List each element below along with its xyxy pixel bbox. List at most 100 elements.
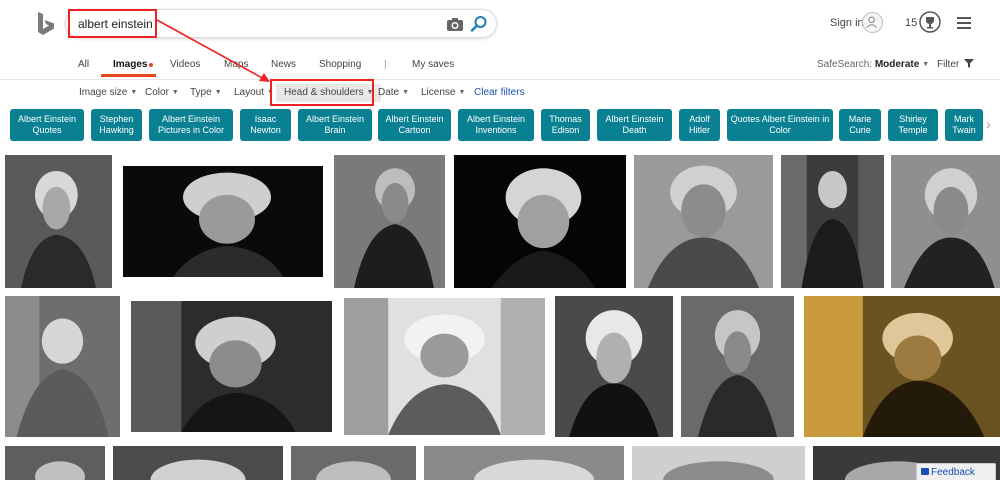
image-result[interactable] xyxy=(634,155,773,288)
tab-shopping[interactable]: Shopping xyxy=(319,59,361,70)
rewards-trophy-icon[interactable] xyxy=(919,11,941,33)
filter-button[interactable]: Filter xyxy=(937,59,975,70)
image-result[interactable] xyxy=(424,446,624,480)
filter-bar: Image size ▼ Color ▼ Type ▼ Layout ▼ Head & … xyxy=(0,83,1000,105)
rewards-count[interactable]: 15 xyxy=(905,17,917,29)
portrait-thumbnail xyxy=(634,155,773,288)
chevron-down-icon: ▼ xyxy=(214,89,222,96)
active-dot-icon xyxy=(149,63,153,67)
portrait-thumbnail xyxy=(781,155,884,288)
filter-label: License xyxy=(421,87,456,98)
chevron-down-icon: ▼ xyxy=(267,89,274,96)
related-chip[interactable]: Albert Einstein Pictures in Color xyxy=(149,109,233,141)
portrait-thumbnail xyxy=(334,155,445,288)
filter-people[interactable]: Head & shoulders ▼ xyxy=(276,84,382,102)
chevron-down-icon: ▼ xyxy=(171,89,179,96)
portrait-thumbnail xyxy=(681,296,794,437)
chevron-down-icon: ▼ xyxy=(922,61,930,68)
search-input[interactable]: albert einstein xyxy=(78,17,153,31)
image-result[interactable] xyxy=(555,296,673,437)
filter-label: Filter xyxy=(937,59,960,70)
signin-link[interactable]: Sign in xyxy=(830,17,864,29)
search-icon[interactable] xyxy=(469,14,489,34)
portrait-thumbnail xyxy=(804,296,1000,437)
portrait-thumbnail xyxy=(5,155,112,288)
image-result[interactable] xyxy=(113,446,283,480)
chevron-down-icon: ▼ xyxy=(130,89,138,96)
portrait-thumbnail xyxy=(131,301,332,432)
filter-type[interactable]: Type ▼ xyxy=(190,87,222,98)
portrait-thumbnail xyxy=(113,446,283,480)
tab-all[interactable]: All xyxy=(78,59,89,70)
portrait-thumbnail xyxy=(424,446,624,480)
related-chip[interactable]: Quotes Albert Einstein in Color xyxy=(727,109,833,141)
tab-separator: | xyxy=(384,59,387,70)
safesearch-dropdown[interactable]: SafeSearch: Moderate ▼ xyxy=(817,59,929,70)
image-result[interactable] xyxy=(681,296,794,437)
safesearch-value: Moderate xyxy=(874,59,920,70)
image-result[interactable] xyxy=(131,301,332,432)
tab-videos[interactable]: Videos xyxy=(170,59,200,70)
portrait-thumbnail xyxy=(5,446,105,480)
related-chip[interactable]: Albert Einstein Brain xyxy=(298,109,372,141)
filter-license[interactable]: License ▼ xyxy=(421,87,465,98)
menu-icon[interactable] xyxy=(957,17,971,29)
active-tab-underline xyxy=(101,74,156,77)
image-result[interactable] xyxy=(5,155,112,288)
filter-label: Color xyxy=(145,87,169,98)
portrait-thumbnail xyxy=(555,296,673,437)
chevron-down-icon: ▼ xyxy=(366,89,374,96)
related-chip[interactable]: Shirley Temple xyxy=(888,109,938,141)
filter-label: Layout xyxy=(234,87,265,98)
chat-icon xyxy=(921,468,929,475)
avatar[interactable] xyxy=(862,12,883,33)
image-result[interactable] xyxy=(344,298,545,435)
image-result[interactable] xyxy=(5,296,120,437)
chevron-down-icon: ▼ xyxy=(458,89,466,96)
feedback-label: Feedback xyxy=(931,467,975,478)
tab-my-saves[interactable]: My saves xyxy=(412,59,454,70)
camera-icon[interactable] xyxy=(446,16,464,32)
related-chip[interactable]: Marie Curie xyxy=(839,109,881,141)
safesearch-label: SafeSearch: xyxy=(817,59,873,70)
image-result[interactable] xyxy=(5,446,105,480)
funnel-icon xyxy=(964,59,975,68)
related-chip[interactable]: Albert Einstein Quotes xyxy=(10,109,84,141)
filter-color[interactable]: Color ▼ xyxy=(145,87,179,98)
feedback-button[interactable]: Feedback xyxy=(916,463,996,480)
related-chip[interactable]: Mark Twain xyxy=(945,109,983,141)
image-result[interactable] xyxy=(123,166,323,277)
related-chip[interactable]: Adolf Hitler xyxy=(679,109,720,141)
related-chip[interactable]: Stephen Hawking xyxy=(91,109,142,141)
bing-logo-icon[interactable] xyxy=(36,12,56,36)
tab-maps[interactable]: Maps xyxy=(224,59,248,70)
portrait-thumbnail xyxy=(891,155,1000,288)
portrait-thumbnail xyxy=(291,446,416,480)
filter-label: Image size xyxy=(79,87,128,98)
vertical-tabs: All Images Videos Maps News Shopping | M… xyxy=(0,56,1000,78)
related-chip[interactable]: Thomas Edison xyxy=(541,109,590,141)
filter-label: Head & shoulders xyxy=(284,87,364,98)
related-chip[interactable]: Albert Einstein Death xyxy=(597,109,672,141)
filter-date[interactable]: Date ▼ xyxy=(378,87,409,98)
filter-image-size[interactable]: Image size ▼ xyxy=(79,87,137,98)
image-result[interactable] xyxy=(291,446,416,480)
image-result[interactable] xyxy=(891,155,1000,288)
clear-filters-link[interactable]: Clear filters xyxy=(474,87,525,98)
search-box[interactable]: albert einstein xyxy=(65,9,497,38)
related-chip[interactable]: Isaac Newton xyxy=(240,109,291,141)
image-result[interactable] xyxy=(804,296,1000,437)
tab-images[interactable]: Images xyxy=(113,59,147,70)
related-chip[interactable]: Albert Einstein Inventions xyxy=(458,109,534,141)
user-icon xyxy=(866,16,877,28)
chevron-right-icon[interactable]: › xyxy=(986,116,991,132)
filter-layout[interactable]: Layout ▼ xyxy=(234,87,274,98)
image-result[interactable] xyxy=(454,155,626,288)
related-chip[interactable]: Albert Einstein Cartoon xyxy=(378,109,451,141)
tab-news[interactable]: News xyxy=(271,59,296,70)
image-result[interactable] xyxy=(632,446,805,480)
filter-label: Type xyxy=(190,87,212,98)
image-result[interactable] xyxy=(781,155,884,288)
portrait-thumbnail xyxy=(454,155,626,288)
image-result[interactable] xyxy=(334,155,445,288)
